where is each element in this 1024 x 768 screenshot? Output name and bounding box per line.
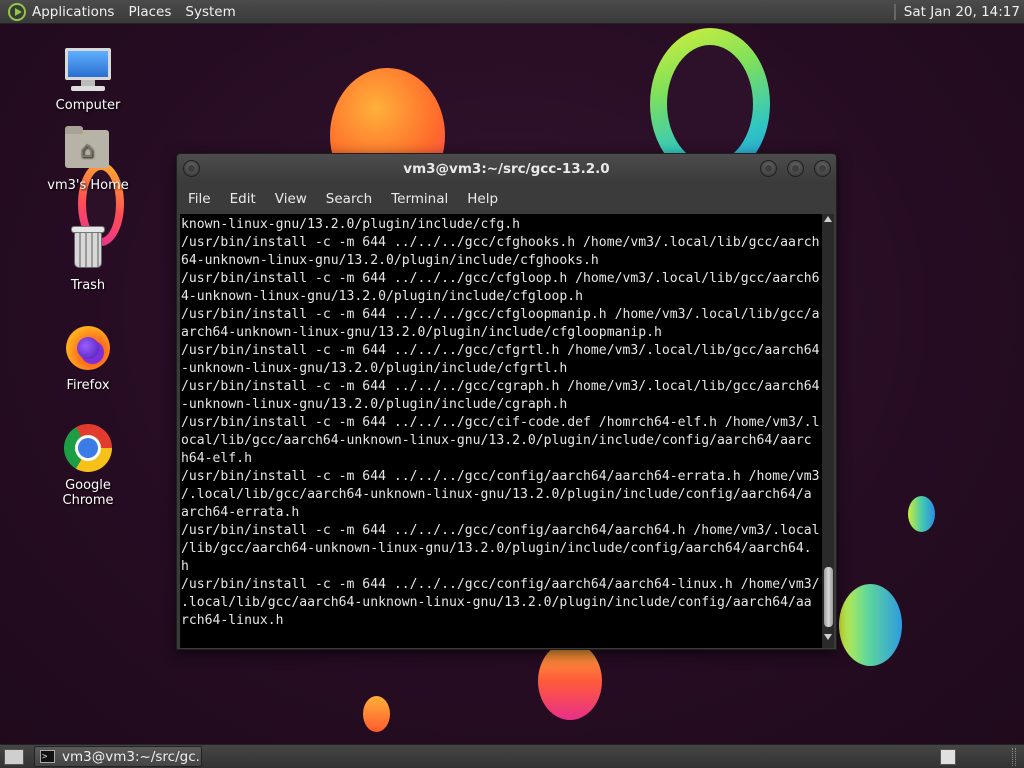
workspace-switcher[interactable] — [940, 749, 956, 765]
terminal-line: /usr/bin/install -c -m 644 ../../../gcc/… — [181, 415, 820, 430]
terminal-line: -unknown-linux-gnu/13.2.0/plugin/include… — [181, 361, 568, 376]
panel-separator — [893, 3, 896, 20]
home-folder-icon: ⌂ — [63, 124, 113, 174]
desktop-icon-label: Google Chrome — [62, 478, 114, 508]
terminal-line: /.local/lib/gcc/aarch64-unknown-linux-gn… — [181, 487, 812, 502]
scroll-down-arrow-icon[interactable] — [824, 634, 832, 640]
terminal-line: known-linux-gnu/13.2.0/plugin/include/cf… — [181, 217, 520, 232]
window-titlebar[interactable]: vm3@vm3:~/src/gcc-13.2.0 — [177, 154, 836, 184]
wallpaper-small-green-blob — [908, 496, 935, 532]
trash-icon — [63, 224, 113, 274]
wallpaper-tiny-orange-blob — [363, 696, 390, 732]
terminal-line: /usr/bin/install -c -m 644 ../../../gcc/… — [181, 307, 820, 322]
desktop-icon-label: vm3's Home — [47, 178, 129, 193]
scrollbar-thumb[interactable] — [824, 567, 833, 627]
terminal-menubar: File Edit View Search Terminal Help — [177, 184, 836, 214]
wallpaper-green-blob — [839, 584, 902, 666]
terminal-line: .local/lib/gcc/aarch64-unknown-linux-gnu… — [181, 595, 812, 610]
menu-help[interactable]: Help — [467, 191, 498, 207]
terminal-line: /usr/bin/install -c -m 644 ../../../gcc/… — [181, 235, 820, 250]
menu-system[interactable]: System — [185, 0, 235, 24]
desktop-icon-label: Computer — [55, 98, 121, 113]
terminal-line: ocal/lib/gcc/aarch64-unknown-linux-gnu/1… — [181, 433, 812, 448]
terminal-scrollbar[interactable] — [822, 214, 834, 648]
terminal-line: arch64-unknown-linux-gnu/13.2.0/plugin/i… — [181, 325, 662, 340]
desktop-icon-label: Firefox — [66, 378, 110, 393]
maximize-button[interactable] — [787, 160, 804, 177]
menu-places[interactable]: Places — [128, 0, 171, 24]
panel-handle — [1012, 748, 1016, 766]
desktop-icon-trash[interactable]: Trash — [38, 224, 138, 293]
terminal-icon — [40, 747, 55, 766]
terminal-line: /usr/bin/install -c -m 644 ../../../gcc/… — [181, 343, 820, 358]
window-title: vm3@vm3:~/src/gcc-13.2.0 — [403, 161, 610, 177]
menu-terminal[interactable]: Terminal — [391, 191, 448, 207]
taskbar-window-label: vm3@vm3:~/src/gc... — [62, 749, 202, 765]
menu-edit[interactable]: Edit — [230, 191, 256, 207]
desktop-icon-label: Trash — [70, 278, 106, 293]
terminal-line: /usr/bin/install -c -m 644 ../../../gcc/… — [181, 523, 820, 538]
terminal-line: /usr/bin/install -c -m 644 ../../../gcc/… — [181, 577, 820, 592]
minimize-button[interactable] — [760, 160, 777, 177]
menu-applications[interactable]: Applications — [32, 0, 114, 24]
bottom-panel: vm3@vm3:~/src/gc... — [0, 744, 1024, 768]
wallpaper-bottom-orange-blob — [538, 642, 602, 720]
show-desktop-icon[interactable] — [4, 749, 24, 765]
menu-file[interactable]: File — [188, 191, 211, 207]
terminal-line: /usr/bin/install -c -m 644 ../../../gcc/… — [181, 469, 820, 484]
top-panel: Applications Places System Sat Jan 20, 1… — [0, 0, 1024, 24]
terminal-line: h — [181, 559, 189, 574]
terminal-line: /usr/bin/install -c -m 644 ../../../gcc/… — [181, 271, 820, 286]
firefox-icon — [63, 324, 113, 374]
terminal-line: rch64-linux.h — [181, 613, 284, 628]
terminal-line: 4-unknown-linux-gnu/13.2.0/plugin/includ… — [181, 289, 584, 304]
terminal-line: 64-unknown-linux-gnu/13.2.0/plugin/inclu… — [181, 253, 599, 268]
terminal-line: h64-elf.h — [181, 451, 252, 466]
terminal-line: -unknown-linux-gnu/13.2.0/plugin/include… — [181, 397, 568, 412]
terminal-output[interactable]: known-linux-gnu/13.2.0/plugin/include/cf… — [180, 214, 822, 648]
scroll-up-arrow-icon[interactable] — [824, 216, 832, 222]
chrome-icon — [63, 424, 113, 474]
distro-logo-icon[interactable] — [8, 2, 26, 21]
computer-icon — [63, 44, 113, 94]
desktop-icon-home[interactable]: ⌂ vm3's Home — [38, 124, 138, 193]
menu-search[interactable]: Search — [326, 191, 372, 207]
clock[interactable]: Sat Jan 20, 14:17 — [904, 4, 1020, 20]
close-button[interactable] — [814, 160, 831, 177]
taskbar-window-button[interactable]: vm3@vm3:~/src/gc... — [34, 746, 202, 767]
menu-view[interactable]: View — [275, 191, 307, 207]
terminal-line: /usr/bin/install -c -m 644 ../../../gcc/… — [181, 379, 820, 394]
desktop-icon-firefox[interactable]: Firefox — [38, 324, 138, 393]
terminal-window[interactable]: vm3@vm3:~/src/gcc-13.2.0 File Edit View … — [176, 153, 837, 650]
terminal-line: arch64-errata.h — [181, 505, 300, 520]
desktop-icon-computer[interactable]: Computer — [38, 44, 138, 113]
terminal-line: /lib/gcc/aarch64-unknown-linux-gnu/13.2.… — [181, 541, 812, 556]
desktop-icon-chrome[interactable]: Google Chrome — [38, 424, 138, 508]
